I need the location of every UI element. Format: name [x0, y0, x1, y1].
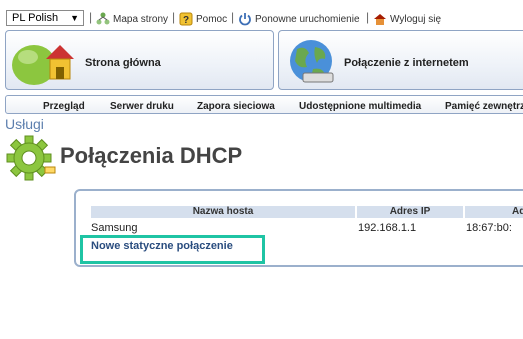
help-link[interactable]: ? Pomoc: [179, 12, 227, 26]
sitemap-label: Mapa strony: [113, 13, 169, 25]
tab-shared-media[interactable]: Udostępnione multimedia: [299, 101, 421, 112]
language-select[interactable]: PL Polish ▼: [6, 10, 84, 26]
page-title: Połączenia DHCP: [60, 143, 243, 168]
language-select-value: PL Polish: [12, 12, 59, 24]
tab-firewall[interactable]: Zapora sieciowa: [197, 101, 275, 112]
logout-icon: [374, 14, 386, 25]
new-static-connection-link[interactable]: Nowe statyczne połączenie: [91, 240, 233, 252]
tab-print-server[interactable]: Serwer druku: [110, 101, 174, 112]
nav-panel-home[interactable]: Strona główna: [5, 30, 274, 90]
svg-text:?: ?: [183, 15, 189, 26]
sitemap-icon: [96, 12, 110, 25]
separator: |: [172, 10, 176, 24]
help-icon: ?: [179, 12, 193, 26]
separator: |: [366, 10, 370, 24]
nav-panel-internet[interactable]: Połączenie z internetem: [278, 30, 523, 90]
gear-icon: [6, 135, 56, 181]
globe-icon: [290, 40, 334, 83]
help-label: Pomoc: [196, 13, 228, 25]
breadcrumb: Usługi: [5, 116, 44, 132]
separator: |: [231, 10, 235, 24]
table-cell-ip-address: 192.168.1.1: [358, 222, 417, 234]
house-icon: [12, 45, 74, 85]
nav-panel-internet-label: Połączenie z internetem: [344, 57, 469, 69]
restart-label: Ponowne uruchomienie: [255, 13, 360, 25]
tab-external-storage[interactable]: Pamięć zewnętrzna: [445, 101, 523, 112]
power-icon: [239, 13, 251, 26]
table-cell-mac-address: 18:67:b0:: [466, 222, 512, 234]
logout-label: Wyloguj się: [390, 13, 442, 25]
logout-link[interactable]: Wyloguj się: [373, 12, 441, 26]
sitemap-link[interactable]: Mapa strony: [96, 12, 168, 26]
column-header-mac-address: Ad: [465, 206, 523, 218]
tab-overview[interactable]: Przegląd: [43, 101, 85, 112]
chevron-down-icon: ▼: [70, 13, 79, 23]
column-header-hostname: Nazwa hosta: [91, 206, 355, 218]
nav-panel-home-label: Strona główna: [85, 57, 161, 69]
separator: |: [89, 10, 93, 24]
restart-link[interactable]: Ponowne uruchomienie: [238, 12, 360, 26]
table-cell-hostname: Samsung: [91, 222, 138, 234]
column-header-ip-address: Adres IP: [357, 206, 463, 218]
